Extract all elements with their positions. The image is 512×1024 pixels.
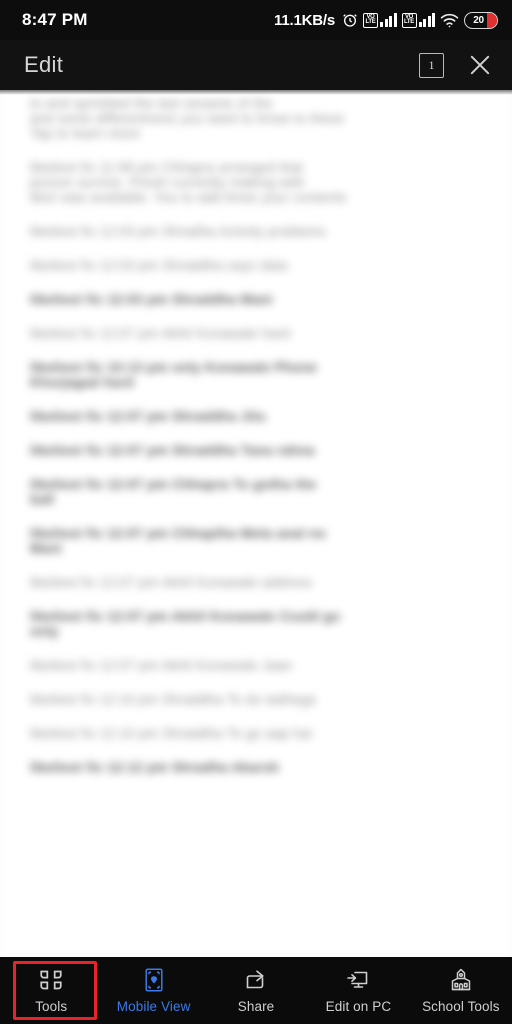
document-line-spacer [30, 673, 486, 692]
document-line-spacer [30, 205, 486, 224]
status-bar-clock: 8:47 PM [22, 10, 88, 29]
document-line: Mon was available. You to add three your… [30, 190, 347, 205]
document-line: and some differentness you want to know … [30, 111, 345, 126]
volte-icon-sim1: VO LTE [363, 12, 378, 28]
bottom-toolbar: Tools Mobile View Share Edit on PC Schoo… [0, 957, 512, 1024]
monitor-edit-icon [345, 967, 371, 993]
mobile-frame-icon [143, 967, 165, 993]
battery-percent-label: 20 [473, 14, 484, 26]
toolbar-item-tools[interactable]: Tools [0, 957, 102, 1024]
document-line: likeliest fix 12:07 pm Akhil Konawale ad… [30, 575, 313, 590]
document-line: likeliest fix 12:07 pm Chhapra To gotha … [30, 477, 317, 492]
page-title: Edit [24, 52, 64, 77]
document-line: likeliest fix 12:03 pm Shraddha Mani [30, 292, 273, 307]
toolbar-label-share: Share [237, 999, 275, 1014]
document-line: likeliest fix 12:03 pm Shradha Activity … [30, 224, 326, 239]
document-line-spacer [30, 424, 486, 443]
document-line: likeliest fix 11:58 pm Chhapra arranged … [30, 160, 304, 175]
document-line-spacer [30, 341, 486, 360]
grid-tools-icon [38, 967, 64, 993]
document-line: likeliest fix 12:07 pm Shraddha Tana rah… [30, 443, 315, 458]
document-line: likeliest fix 12:07 pm Chhaptha Meta ana… [30, 526, 327, 541]
document-line-spacer [30, 707, 486, 726]
document-line: to and sprinkled the last sesame of the [30, 96, 273, 111]
app-root: 8:47 PM 11.1KB/s VO LTE VO LTE 20 Edit 1… [0, 0, 512, 1024]
document-line: likeliest fix 12:12 pm Shradha Akarsh [30, 760, 280, 775]
battery-icon: 20 [464, 11, 498, 29]
document-line: ball [30, 492, 55, 507]
volte-icon-sim2: VO LTE [401, 12, 417, 28]
document-line: Mani [30, 541, 62, 556]
document-line: likeliest fix 12:07 pm Akhil Konawale Co… [30, 609, 341, 624]
document-line: Khurjagad hard [30, 375, 134, 390]
document-line-spacer [30, 141, 486, 160]
page-count-badge[interactable]: 1 [419, 52, 444, 78]
app-header-bar: Edit 1 [0, 40, 512, 90]
sim1-signal-group: VO LTE [363, 12, 397, 28]
status-bar-icons: 11.1KB/s VO LTE VO LTE 20 [274, 11, 498, 29]
document-line-spacer [30, 307, 486, 326]
document-line: likeliest fix 12:10 pm Shraddha To do la… [30, 692, 316, 707]
document-page: to and sprinkled the last sesame of the a… [0, 90, 512, 957]
sim2-signal-group: VO LTE [401, 12, 435, 28]
document-line: likeliest fix 10:13 pm only Konawale Pho… [30, 360, 318, 375]
toolbar-label-mobile-view: Mobile View [116, 999, 191, 1014]
document-line-spacer [30, 741, 486, 760]
document-line: Tap to learn more [30, 126, 141, 141]
signal-bars-sim2 [418, 13, 435, 27]
app-header-actions: 1 [419, 51, 494, 79]
document-viewport[interactable]: to and sprinkled the last sesame of the a… [0, 90, 512, 957]
document-line: likeliest fix 12:07 pm Shraddha Jitu [30, 409, 266, 424]
toolbar-item-school-tools[interactable]: School Tools [410, 957, 512, 1024]
toolbar-label-school-tools: School Tools [422, 999, 500, 1014]
document-line: picture survive. Finish currently making… [30, 175, 305, 190]
network-speed-text: 11.1KB/s [274, 11, 335, 29]
signal-bars-sim1 [380, 13, 397, 27]
document-line: likeliest fix 12:03 pm Shraddha says dat… [30, 258, 288, 273]
document-line: only [30, 624, 59, 639]
toolbar-item-edit-on-pc[interactable]: Edit on PC [307, 957, 409, 1024]
toolbar-label-tools: Tools [35, 999, 68, 1014]
document-line-spacer [30, 590, 486, 609]
share-arrow-icon [243, 967, 269, 993]
document-line-spacer [30, 507, 486, 526]
document-line: likeliest fix 12:07 pm Akhil Konawale Ja… [30, 658, 293, 673]
toolbar-item-mobile-view[interactable]: Mobile View [102, 957, 204, 1024]
document-line-spacer [30, 239, 486, 258]
toolbar-label-edit-on-pc: Edit on PC [325, 999, 392, 1014]
status-bar: 8:47 PM 11.1KB/s VO LTE VO LTE 20 [0, 0, 512, 40]
wifi-icon [440, 13, 459, 28]
document-line-spacer [30, 273, 486, 292]
document-line-spacer [30, 556, 486, 575]
alarm-clock-icon [342, 12, 358, 28]
document-line: likeliest fix 12:07 pm Akhil Konawale ha… [30, 326, 291, 341]
document-line-spacer [30, 458, 486, 477]
toolbar-item-share[interactable]: Share [205, 957, 307, 1024]
school-icon [448, 967, 474, 993]
document-line: likeliest fix 12:10 pm Shraddha To go aa… [30, 726, 312, 741]
document-line-spacer [30, 390, 486, 409]
close-icon[interactable] [466, 51, 494, 79]
document-line-spacer [30, 639, 486, 658]
